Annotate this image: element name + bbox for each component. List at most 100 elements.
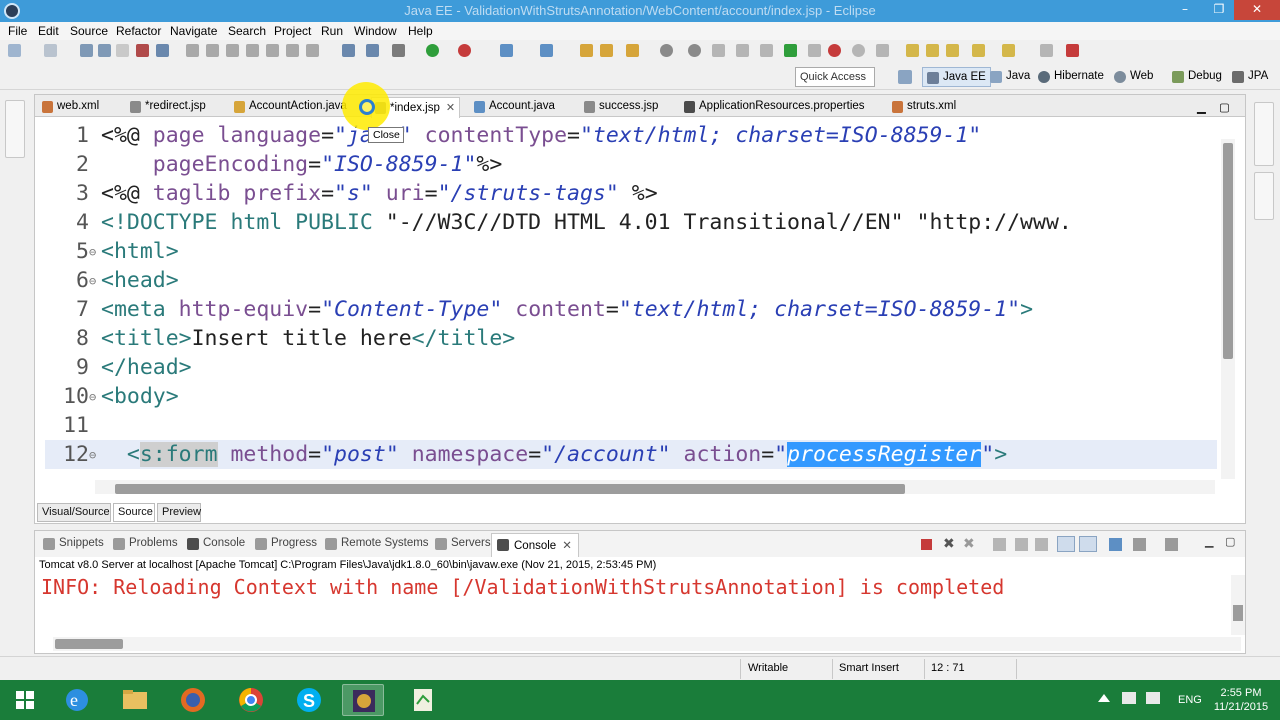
perspective-debug[interactable]: Debug <box>1168 67 1226 87</box>
quick-access-input[interactable]: Quick Access <box>795 67 875 87</box>
network-icon[interactable] <box>1122 692 1136 704</box>
new-icon[interactable] <box>8 44 21 57</box>
toggle-mark-icon[interactable] <box>736 44 749 57</box>
skype-icon[interactable]: S <box>288 684 330 716</box>
language-indicator[interactable]: ENG <box>1178 694 1202 706</box>
close-tab-icon[interactable]: ✕ <box>562 540 572 552</box>
firefox-icon[interactable] <box>172 684 214 716</box>
taskbar-clock[interactable]: 2:55 PM 11/21/2015 <box>1206 686 1276 714</box>
selected-text[interactable]: processRegister <box>787 442 982 467</box>
globe-icon[interactable] <box>660 44 673 57</box>
forward-icon[interactable] <box>1002 44 1015 57</box>
step-into-icon[interactable] <box>266 44 279 57</box>
tab-servers[interactable]: Servers <box>435 537 491 550</box>
flag-icon[interactable] <box>876 44 889 57</box>
step-over-icon[interactable] <box>286 44 299 57</box>
search-icon[interactable] <box>626 44 639 57</box>
file-explorer-icon[interactable] <box>114 684 156 716</box>
menu-navigate[interactable]: Navigate <box>170 24 217 38</box>
notepad-icon[interactable] <box>402 684 444 716</box>
servers-icon[interactable] <box>366 44 379 57</box>
console-horizontal-scrollbar[interactable] <box>53 637 1241 651</box>
perspective-web[interactable]: Web <box>1110 67 1157 87</box>
internet-explorer-icon[interactable]: e <box>56 684 98 716</box>
perspective-hibernate[interactable]: Hibernate <box>1034 67 1108 87</box>
new-java-project-icon[interactable] <box>500 44 513 57</box>
tab-snippets[interactable]: Snippets <box>43 537 104 550</box>
tab-problems[interactable]: Problems <box>113 537 178 550</box>
use-step-filters-icon[interactable] <box>342 44 355 57</box>
console-vertical-scroll-thumb[interactable] <box>1233 605 1243 621</box>
tab-web-xml[interactable]: web.xml <box>39 97 103 117</box>
last-edit-icon[interactable] <box>946 44 959 57</box>
clear-console-icon[interactable] <box>993 538 1006 551</box>
close-tab-icon[interactable]: ✕ <box>446 102 455 114</box>
start-button[interactable] <box>4 684 46 716</box>
minimize-view-button[interactable]: ▁ <box>1205 535 1213 548</box>
tab-console-1[interactable]: Console <box>187 537 245 550</box>
word-wrap-icon[interactable] <box>1035 538 1048 551</box>
menu-window[interactable]: Window <box>354 24 397 38</box>
display-selected-console-icon[interactable] <box>1133 538 1146 551</box>
perspective-java-ee[interactable]: Java EE <box>922 67 991 87</box>
browser-icon[interactable] <box>688 44 701 57</box>
tab-remote-systems[interactable]: Remote Systems <box>325 537 429 550</box>
tab-redirect-jsp[interactable]: *redirect.jsp <box>127 97 210 117</box>
show-hidden-icons-icon[interactable] <box>1098 694 1110 702</box>
scroll-lock-icon[interactable] <box>1015 538 1028 551</box>
suspend-icon[interactable] <box>206 44 219 57</box>
menu-search[interactable]: Search <box>228 24 266 38</box>
tab-account-java[interactable]: Account.java <box>471 97 559 117</box>
run-last-icon[interactable] <box>784 44 797 57</box>
stop-icon[interactable] <box>828 44 841 57</box>
debug-dropdown-icon[interactable] <box>392 44 405 57</box>
open-task-icon[interactable] <box>600 44 613 57</box>
annotation-icon[interactable] <box>712 44 725 57</box>
menu-file[interactable]: File <box>8 24 27 38</box>
pin-console-icon[interactable] <box>1109 538 1122 551</box>
chrome-icon[interactable] <box>230 684 272 716</box>
fold-toggle-icon[interactable]: ⊖ <box>89 383 101 412</box>
minimize-editor-button[interactable]: ▁ <box>1197 97 1210 117</box>
editor-vertical-scroll-thumb[interactable] <box>1223 143 1233 359</box>
resume-icon[interactable] <box>186 44 199 57</box>
menu-edit[interactable]: Edit <box>38 24 59 38</box>
help-icon[interactable] <box>852 44 865 57</box>
toggle-icon[interactable] <box>808 44 821 57</box>
external-tools-icon[interactable] <box>458 44 471 57</box>
minimized-project-explorer[interactable] <box>5 100 25 158</box>
terminate-icon[interactable] <box>226 44 239 57</box>
prev-annotation-icon[interactable] <box>926 44 939 57</box>
toggle-java-icon[interactable] <box>136 44 149 57</box>
console-horizontal-scroll-thumb[interactable] <box>55 639 123 649</box>
step-return-icon[interactable] <box>306 44 319 57</box>
minimized-task-list-view[interactable] <box>1254 172 1274 220</box>
menu-help[interactable]: Help <box>408 24 433 38</box>
open-console-icon[interactable] <box>1165 538 1178 551</box>
back-icon[interactable] <box>972 44 985 57</box>
disconnect-icon[interactable] <box>246 44 259 57</box>
new-server-icon[interactable] <box>44 44 57 57</box>
maximize-view-button[interactable]: ▢ <box>1225 535 1235 548</box>
fold-toggle-icon[interactable]: ⊖ <box>89 441 101 470</box>
fold-toggle-icon[interactable]: ⊖ <box>89 267 101 296</box>
console-output[interactable]: INFO: Reloading Context with name [/Vali… <box>41 575 1229 599</box>
fold-toggle-icon[interactable]: ⊖ <box>89 238 101 267</box>
code-editor[interactable]: 1 <%@ page language="java" contentType="… <box>39 121 1217 481</box>
tab-success-jsp[interactable]: success.jsp <box>581 97 662 117</box>
open-perspective-button[interactable] <box>894 67 916 87</box>
maven-icon[interactable] <box>1066 44 1079 57</box>
menu-run[interactable]: Run <box>321 24 343 38</box>
volume-icon[interactable] <box>1146 692 1160 704</box>
tab-preview[interactable]: Preview <box>157 503 201 522</box>
tab-console-active[interactable]: Console ✕ <box>491 533 579 557</box>
new-package-icon[interactable] <box>540 44 553 57</box>
wrench-icon[interactable] <box>1040 44 1053 57</box>
minimize-button[interactable]: – <box>1172 0 1198 20</box>
link-icon[interactable] <box>156 44 169 57</box>
maximize-button[interactable]: ❐ <box>1206 0 1232 20</box>
tab-source[interactable]: Source <box>113 503 155 522</box>
tab-visual-source[interactable]: Visual/Source <box>37 503 111 522</box>
save-all-icon[interactable] <box>98 44 111 57</box>
run-icon[interactable] <box>426 44 439 57</box>
